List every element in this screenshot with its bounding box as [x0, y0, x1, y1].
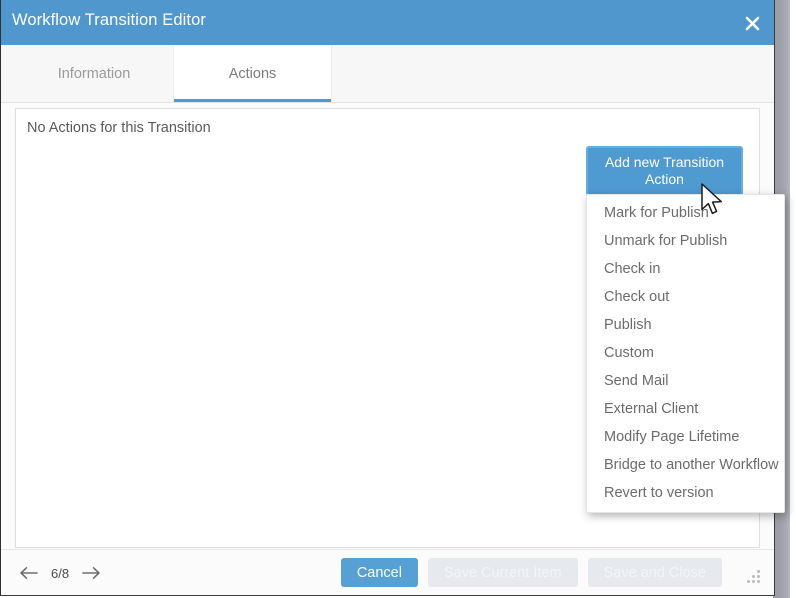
- save-current-item-button[interactable]: Save Current Item: [427, 558, 578, 587]
- arrow-left-icon[interactable]: [17, 561, 41, 585]
- dropdown-item[interactable]: Mark for Publish: [587, 199, 784, 227]
- dropdown-item[interactable]: Revert to version: [587, 479, 784, 507]
- dropdown-item[interactable]: Custom: [587, 339, 784, 367]
- dropdown-item[interactable]: Check out: [587, 283, 784, 311]
- footer-button-group: Cancel Save Current Item Save and Close: [340, 558, 722, 587]
- cancel-button[interactable]: Cancel: [340, 558, 418, 587]
- dropdown-item[interactable]: Publish: [587, 311, 784, 339]
- empty-state-message: No Actions for this Transition: [27, 120, 211, 136]
- record-pager: 6/8: [17, 560, 103, 586]
- add-new-transition-action-button[interactable]: Add new Transition Action: [586, 146, 743, 196]
- dropdown-item[interactable]: Unmark for Publish: [587, 227, 784, 255]
- arrow-right-icon[interactable]: [79, 561, 103, 585]
- tab-strip: Information Actions: [1, 45, 774, 103]
- dialog-footer: 6/8 Cancel Save Current Item Save and Cl…: [1, 549, 774, 595]
- page-right-edge: [790, 0, 796, 598]
- tab-actions[interactable]: Actions: [173, 45, 332, 102]
- dialog-titlebar: Workflow Transition Editor: [1, 0, 774, 45]
- dropdown-item[interactable]: External Client: [587, 395, 784, 423]
- dropdown-item[interactable]: Check in: [587, 255, 784, 283]
- tab-actions-label: Actions: [228, 65, 277, 82]
- transition-action-dropdown-menu[interactable]: Mark for Publish Unmark for Publish Check …: [586, 194, 785, 513]
- tab-information-label: Information: [57, 65, 131, 82]
- dropdown-item[interactable]: Send Mail: [587, 367, 784, 395]
- dialog-title: Workflow Transition Editor: [12, 11, 206, 29]
- page-counter: 6/8: [51, 565, 70, 581]
- save-and-close-button[interactable]: Save and Close: [587, 558, 722, 587]
- dropdown-item[interactable]: Modify Page Lifetime: [587, 423, 784, 451]
- dropdown-item[interactable]: Bridge to another Workflow: [587, 451, 784, 479]
- close-icon[interactable]: [738, 9, 766, 37]
- tab-information[interactable]: Information: [15, 45, 173, 102]
- resize-grip-icon[interactable]: [746, 569, 762, 585]
